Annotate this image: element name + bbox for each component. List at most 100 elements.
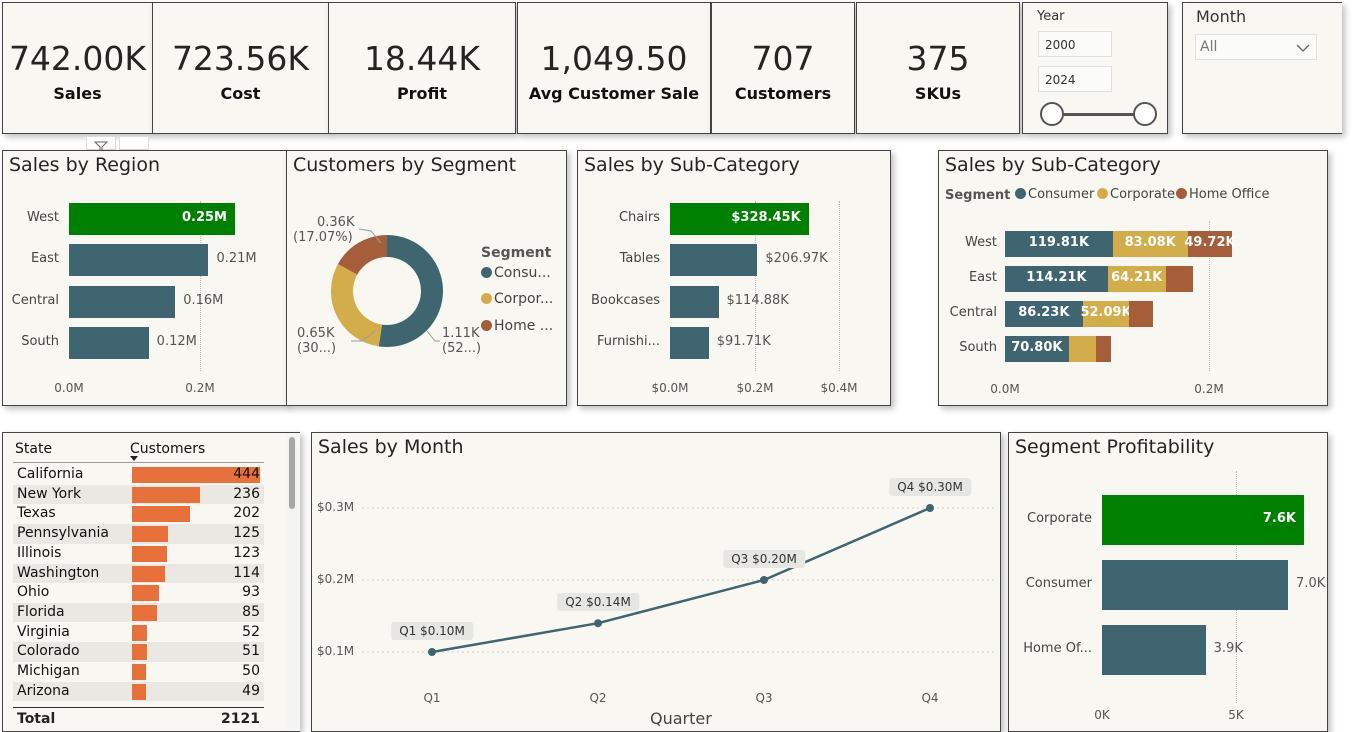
kpi-card-customers[interactable]: 707 Customers [711, 2, 855, 134]
category-label: Tables [619, 251, 660, 267]
data-point[interactable] [594, 619, 602, 628]
kpi-card-skus[interactable]: 375 SKUs [856, 2, 1020, 134]
table-row[interactable]: Pennsylvania 125 [13, 524, 264, 544]
category-label: Chairs [618, 210, 660, 225]
bar-segment[interactable] [1165, 266, 1193, 292]
header-divider [13, 462, 264, 463]
customers-by-segment-chart[interactable]: Customers by Segment 0.36K (17.07%) 0.65… [286, 150, 567, 406]
legend-item-home-office[interactable]: Home Office [1176, 187, 1269, 202]
table-row[interactable]: Washington 114 [13, 563, 264, 584]
legend-title: Segment [481, 245, 552, 261]
state-cell: Washington [17, 564, 100, 581]
data-point[interactable] [760, 576, 768, 584]
data-label: 0.25M [181, 210, 227, 225]
kpi-value: 1,049.50 [540, 39, 688, 78]
filter-icon[interactable] [86, 136, 116, 152]
y-axis-tick-label: $0.1M [317, 644, 355, 658]
state-cell: Michigan [17, 663, 80, 679]
segment-profitability-chart[interactable]: Segment Profitability Corporate 7.6K Consu… [1008, 432, 1328, 732]
axis-tick-label: 0.2M [185, 381, 215, 395]
bar[interactable] [69, 326, 149, 359]
bar[interactable] [670, 244, 758, 277]
bar-segment[interactable] [1068, 336, 1096, 362]
legend-item-home-office[interactable]: Home ... [481, 318, 553, 334]
bar[interactable] [69, 285, 176, 318]
category-label: South [959, 340, 997, 355]
data-label: 83.08K [1124, 235, 1176, 250]
donut-slice[interactable] [331, 263, 383, 347]
vertical-scrollbar[interactable] [287, 435, 297, 731]
year-slicer[interactable]: Year 2000 2024 [1022, 2, 1168, 134]
state-customers-table[interactable]: State Customers California 444 New York 236… [2, 432, 300, 732]
sales-by-month-chart[interactable]: Sales by Month $0.3M $0.2M $0.1M Q1 $0.10M Q… [311, 432, 1001, 732]
kpi-card-profit[interactable]: 18.44K Profit [328, 2, 516, 134]
axis-tick-label: 0.2M [1194, 382, 1224, 396]
category-label: West [965, 235, 997, 250]
kpi-card-avg-customer-sale[interactable]: 1,049.50 Avg Customer Sale [517, 2, 711, 134]
sales-by-subcategory-chart[interactable]: Sales by Sub-Category Chairs $328.45K Tabl… [577, 150, 891, 406]
table-row[interactable]: Texas 202 [13, 504, 264, 524]
column-header-customers[interactable]: Customers [130, 441, 205, 457]
bar-segment[interactable] [1129, 301, 1153, 327]
bar[interactable] [670, 326, 709, 359]
year-end-input[interactable]: 2024 [1038, 66, 1112, 92]
table-row[interactable]: Illinois 123 [13, 544, 264, 564]
y-axis-tick-label: $0.2M [317, 572, 355, 586]
data-label: 0.16M [183, 292, 224, 308]
kpi-label: SKUs [914, 84, 962, 103]
category-label: South [21, 333, 59, 349]
state-cell: California [17, 466, 84, 482]
table-row[interactable]: Florida 85 [13, 602, 264, 623]
category-label: Consumer [1025, 576, 1092, 591]
customers-databar [132, 644, 147, 661]
kpi-card-sales[interactable]: 742.00K Sales [2, 2, 153, 134]
table-row[interactable]: Colorado 51 [13, 642, 264, 662]
legend-item-corporate[interactable]: Corporate [1097, 187, 1175, 202]
customers-cell: 202 [233, 505, 260, 522]
bar-segment[interactable] [1095, 336, 1112, 362]
data-point[interactable] [926, 504, 934, 512]
month-dropdown[interactable]: All [1195, 34, 1317, 60]
donut-slice[interactable] [337, 235, 388, 276]
legend-item-corporate[interactable]: Corpor... [481, 291, 553, 307]
axis-tick-label: 0.0M [54, 381, 84, 395]
state-cell: Virginia [17, 623, 70, 640]
year-start-input[interactable]: 2000 [1038, 31, 1112, 57]
month-slicer[interactable]: Month All [1182, 2, 1342, 134]
kpi-value: 375 [906, 39, 970, 78]
sales-by-subcategory-stacked-chart[interactable]: Sales by Sub-Category Segment Consumer C… [938, 150, 1328, 406]
bar[interactable] [69, 244, 209, 277]
year-slider-start-handle[interactable] [1040, 102, 1064, 126]
table-row[interactable]: California 444 [13, 465, 264, 485]
donut-slice[interactable] [378, 235, 443, 347]
scrollbar-thumb[interactable] [289, 437, 295, 509]
kpi-label: Avg Customer Sale [528, 84, 700, 103]
kpi-card-cost[interactable]: 723.56K Cost [152, 2, 329, 134]
table-row[interactable]: New York 236 [13, 484, 264, 505]
bar[interactable] [1102, 560, 1289, 610]
chart-title: Sales by Region [9, 154, 160, 176]
legend-item-consumer[interactable]: Consu... [481, 265, 551, 281]
month-slicer-title: Month [1196, 7, 1247, 26]
kpi-label: Profit [396, 84, 448, 103]
table-row[interactable]: Michigan 50 [13, 662, 264, 682]
axis-tick-label: $0.0M [651, 381, 689, 395]
donut-label-home-pct: (17.07%) [293, 230, 353, 245]
data-point[interactable] [428, 648, 436, 656]
customers-cell: 123 [233, 544, 260, 561]
table-row[interactable]: Virginia 52 [13, 623, 264, 643]
sales-by-region-chart[interactable]: Sales by Region West 0.25M East 0.21M Centra… [2, 150, 288, 406]
table-row[interactable]: Ohio 93 [13, 583, 264, 603]
table-row[interactable]: Arizona 49 [13, 681, 264, 702]
column-header-state[interactable]: State [15, 441, 52, 457]
data-label: $91.71K [716, 333, 771, 349]
bar[interactable] [1102, 625, 1206, 675]
more-options-icon[interactable] [119, 136, 149, 150]
category-label: Bookcases [590, 292, 660, 308]
x-axis-tick-label: Q4 [921, 691, 939, 705]
bar[interactable] [670, 285, 719, 318]
chart-title: Segment Profitability [1015, 436, 1215, 458]
y-axis-tick-label: $0.3M [317, 500, 355, 514]
legend-item-consumer[interactable]: Consumer [1015, 187, 1094, 202]
year-slider-end-handle[interactable] [1133, 102, 1157, 126]
